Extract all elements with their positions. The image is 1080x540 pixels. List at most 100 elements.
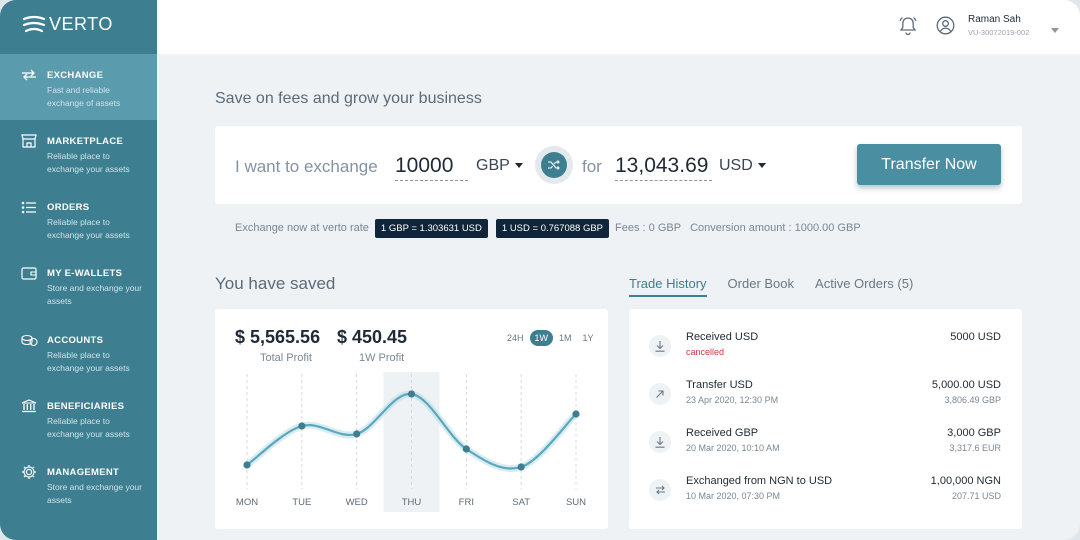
transaction-converted-amount: 3,317.6 EUR [949, 443, 1001, 453]
swap-currencies-button[interactable] [535, 146, 573, 184]
sidebar-item-subtitle: Fast and reliable exchange of assets [47, 85, 121, 108]
sidebar-item-beneficiaries[interactable]: BENEFICIARIES Reliable place to exchange… [0, 385, 157, 451]
download-icon [649, 335, 671, 357]
caret-down-icon [514, 163, 523, 169]
bank-icon [20, 399, 38, 413]
x-tick-label: TUE [292, 497, 311, 508]
list-item[interactable]: Transfer USD 23 Apr 2020, 12:30 PM 5,000… [629, 379, 1022, 423]
sidebar-item-title: MY E-WALLETS [47, 267, 123, 279]
savings-card: MON TUE WED THU FRI SAT SUN $ 5,565.56 Total P… [215, 309, 608, 529]
trade-tabs: Trade History Order Book Active Orders (… [629, 276, 934, 297]
bell-icon[interactable] [899, 16, 917, 41]
sidebar-item-title: MARKETPLACE [47, 135, 124, 147]
rate-info-line: Exchange now at verto rate 1 GBP = 1.303… [235, 218, 861, 238]
transaction-amount: 1,00,000 NGN [930, 475, 1001, 487]
list-icon [20, 200, 38, 214]
exchange-amount-input[interactable]: 10000 [395, 154, 468, 181]
user-id: VU-30072019-002 [968, 28, 1030, 37]
brand-name: VERTO [49, 14, 113, 34]
conversion-text: Conversion amount : 1000.00 GBP [690, 222, 861, 234]
data-point-sun [572, 410, 580, 418]
transaction-title: Received USD [686, 331, 759, 343]
sidebar-item-subtitle: Reliable place to exchange your assets [47, 217, 130, 240]
exchange-card: I want to exchange 10000 GBP for 13,043.… [215, 126, 1022, 204]
to-currency-select[interactable]: USD [719, 157, 766, 175]
x-tick-label: SAT [512, 497, 530, 508]
sidebar-item-my-e-wallets[interactable]: MY E-WALLETS Store and exchange your ass… [0, 252, 157, 318]
sidebar-item-accounts[interactable]: ACCOUNTS Reliable place to exchange your… [0, 319, 157, 385]
sidebar-item-title: ACCOUNTS [47, 334, 104, 346]
tab-active-orders[interactable]: Active Orders (5) [815, 276, 913, 297]
trade-history-list: Received USD cancelled 5000 USD Transfer… [629, 309, 1022, 529]
sidebar-item-title: ORDERS [47, 201, 90, 213]
data-point-wed [353, 430, 361, 438]
from-currency-select[interactable]: GBP [476, 157, 523, 175]
app-window: VERTO EXCHANGE Fast and reliable exchang… [0, 0, 1080, 540]
period-tab-1w[interactable]: 1W [529, 330, 554, 346]
to-currency-label: USD [719, 157, 753, 174]
x-tick-label: MON [236, 497, 258, 508]
transaction-amount: 5000 USD [950, 331, 1001, 343]
brand-logo[interactable]: VERTO [22, 14, 113, 35]
transaction-converted-amount: 207.71 USD [951, 491, 1001, 501]
sidebar-item-marketplace[interactable]: MARKETPLACE Reliable place to exchange y… [0, 120, 157, 186]
list-item[interactable]: Exchanged from NGN to USD 10 Mar 2020, 0… [629, 475, 1022, 519]
chevron-down-icon[interactable] [1051, 20, 1059, 38]
fees-text: Fees : 0 GBP [615, 222, 682, 234]
transfer-now-button[interactable]: Transfer Now [857, 144, 1001, 185]
exchange-arrows-icon [20, 68, 38, 82]
period-tab-24h[interactable]: 24H [502, 330, 529, 346]
transaction-date: 23 Apr 2020, 12:30 PM [686, 395, 779, 405]
data-point-fri [462, 445, 470, 453]
x-tick-label: THU [402, 497, 422, 508]
shuffle-icon [541, 152, 567, 178]
verto-logo-icon [22, 15, 46, 32]
sidebar-item-orders[interactable]: ORDERS Reliable place to exchange your a… [0, 186, 157, 252]
x-tick-label: WED [346, 497, 368, 508]
list-item[interactable]: Received GBP 20 Mar 2020, 10:10 AM 3,000… [629, 427, 1022, 471]
sidebar-item-management[interactable]: MANAGEMENT Store and exchange your asset… [0, 451, 157, 517]
week-profit-value: $ 450.45 [337, 327, 408, 347]
user-avatar-icon[interactable] [936, 16, 955, 40]
list-item[interactable]: Received USD cancelled 5000 USD [629, 331, 1022, 375]
exchange-label: I want to exchange [235, 157, 378, 176]
exchange-result-value[interactable]: 13,043.69 [615, 154, 712, 181]
period-tab-1m[interactable]: 1M [554, 330, 577, 346]
transaction-title: Received GBP [686, 427, 759, 439]
user-name[interactable]: Raman Sah [968, 14, 1021, 25]
rate-badge-gbp-usd: 1 GBP = 1.303631 USD [374, 218, 488, 238]
sidebar-item-title: MANAGEMENT [47, 466, 120, 478]
saved-section-title: You have saved [215, 274, 336, 293]
gear-icon [20, 465, 38, 479]
caret-down-icon [757, 163, 766, 169]
exchange-arrows-icon [649, 479, 671, 501]
store-icon [20, 134, 38, 148]
data-point-sat [517, 463, 525, 471]
sidebar: VERTO EXCHANGE Fast and reliable exchang… [0, 0, 157, 540]
period-tab-1y[interactable]: 1Y [578, 330, 599, 346]
coins-icon [20, 333, 38, 347]
rate-intro: Exchange now at verto rate [235, 222, 369, 234]
page-headline: Save on fees and grow your business [215, 90, 482, 107]
transaction-date: 20 Mar 2020, 10:10 AM [686, 443, 780, 453]
from-currency-label: GBP [476, 157, 510, 174]
sidebar-item-exchange[interactable]: EXCHANGE Fast and reliable exchange of a… [0, 54, 157, 120]
download-icon [649, 431, 671, 453]
transaction-title: Exchanged from NGN to USD [686, 475, 833, 487]
transaction-amount: 3,000 GBP [947, 427, 1001, 439]
total-profit-value: $ 5,565.56 [235, 327, 321, 347]
tab-trade-history[interactable]: Trade History [629, 276, 707, 297]
tab-order-book[interactable]: Order Book [728, 276, 794, 297]
sidebar-item-subtitle: Store and exchange your assets [47, 482, 142, 505]
transaction-converted-amount: 3,806.49 GBP [944, 395, 1001, 405]
sidebar-item-subtitle: Reliable place to exchange your assets [47, 350, 130, 373]
total-profit-label: Total Profit [260, 352, 312, 364]
rate-badge-usd-gbp: 1 USD = 0.767088 GBP [495, 218, 610, 238]
sidebar-item-title: EXCHANGE [47, 69, 104, 81]
x-tick-label: FRI [459, 497, 474, 508]
sidebar-item-subtitle: Store and exchange your assets [47, 283, 142, 306]
data-point-thu [407, 390, 416, 398]
topbar: Raman Sah VU-30072019-002 [157, 0, 1080, 54]
transaction-amount: 5,000.00 USD [931, 379, 1001, 391]
for-label: for [582, 157, 602, 176]
